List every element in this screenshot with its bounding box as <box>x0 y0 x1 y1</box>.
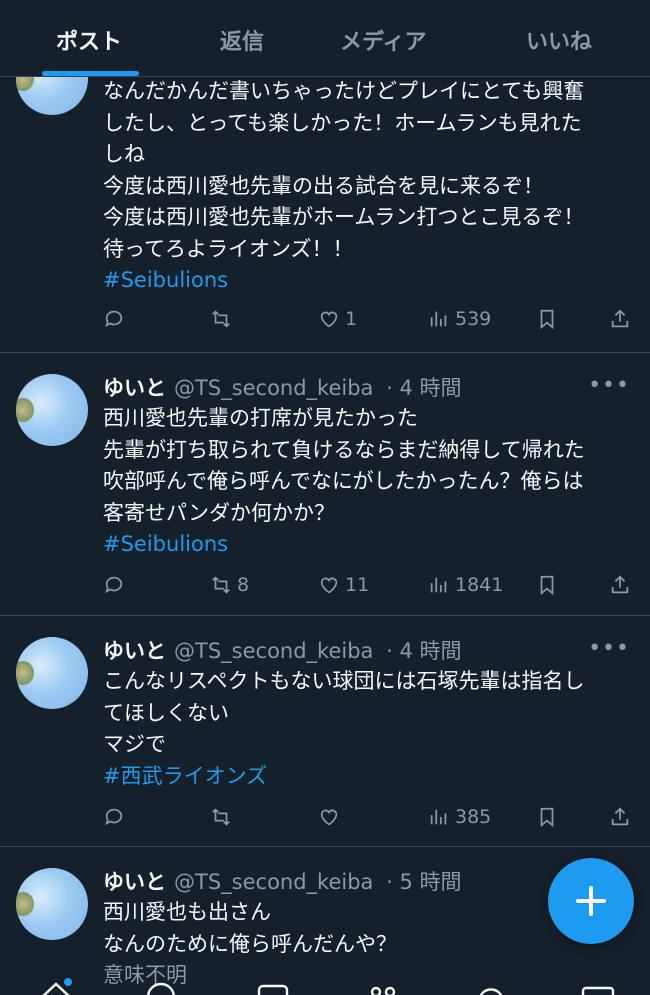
compose-button[interactable] <box>548 858 634 944</box>
hashtag-link[interactable]: #Seibulions <box>103 529 638 561</box>
heart-icon <box>320 809 338 826</box>
reply-icon <box>105 576 123 594</box>
share-button[interactable] <box>609 304 631 334</box>
bookmark-icon <box>540 309 554 330</box>
tweet-text: なんだかんだ書いちゃったけどプレイにとても興奮 したし、とっても楽しかった！ホー… <box>103 77 638 297</box>
reply-button[interactable] <box>103 304 130 334</box>
timestamp[interactable]: · 4 時間 <box>386 639 461 663</box>
tweet-text: こんなリスペクトもない球団には石塚先輩は指名し てほしくない マジで #西武ライ… <box>103 666 638 792</box>
more-icon[interactable]: ••• <box>588 373 630 398</box>
retweet-icon <box>212 576 230 594</box>
reply-button[interactable] <box>103 570 130 600</box>
notifications-icon[interactable] <box>474 980 508 995</box>
avatar[interactable] <box>16 637 88 709</box>
timeline[interactable]: なんだかんだ書いちゃったけどプレイにとても興奮 したし、とっても楽しかった！ホー… <box>0 77 650 995</box>
user-handle[interactable]: @TS_second_keiba <box>174 639 373 663</box>
search-icon[interactable] <box>144 980 178 995</box>
display-name[interactable]: ゆいと <box>103 870 166 894</box>
active-tab-indicator <box>42 71 139 76</box>
tweet-actions: 1 539 <box>0 304 650 334</box>
timestamp[interactable]: · 5 時間 <box>386 870 461 894</box>
views-button[interactable]: 385 <box>428 802 491 832</box>
heart-icon <box>320 311 338 328</box>
share-icon <box>611 309 629 328</box>
bookmark-button[interactable] <box>536 304 558 334</box>
tweet-actions: 385 <box>0 802 650 832</box>
views-icon <box>430 809 447 825</box>
heart-icon <box>320 577 338 594</box>
user-handle[interactable]: @TS_second_keiba <box>174 870 373 894</box>
avatar[interactable] <box>16 868 88 940</box>
retweet-button[interactable]: 8 <box>210 570 249 600</box>
views-icon <box>430 577 447 593</box>
messages-icon[interactable] <box>580 980 616 995</box>
like-button[interactable]: 11 <box>318 570 369 600</box>
tweet-header: ゆいと @TS_second_keiba · 5 時間 <box>103 866 462 896</box>
tweet[interactable]: ゆいと @TS_second_keiba · 4 時間 ••• 西川愛也先輩の打席… <box>0 353 650 616</box>
tweet[interactable]: ゆいと @TS_second_keiba · 4 時間 ••• こんなリスペクトも… <box>0 616 650 847</box>
retweet-button[interactable] <box>210 304 237 334</box>
views-button[interactable]: 539 <box>428 304 491 334</box>
timestamp[interactable]: · 4 時間 <box>386 376 461 400</box>
share-icon <box>611 575 629 594</box>
tweet-text: 西川愛也先輩の打席が見たかった 先輩が打ち取られて負けるならまだ納得して帰れた … <box>103 403 638 561</box>
avatar[interactable] <box>16 374 88 446</box>
reply-icon <box>105 808 123 826</box>
bottom-nav <box>0 978 650 995</box>
reply-button[interactable] <box>103 802 130 832</box>
tweet-header: ゆいと @TS_second_keiba · 4 時間 <box>103 635 462 665</box>
tweet-actions: 8 11 1841 <box>0 570 650 600</box>
share-icon <box>611 807 629 826</box>
like-button[interactable]: 1 <box>318 304 357 334</box>
display-name[interactable]: ゆいと <box>103 639 166 663</box>
retweet-icon <box>212 808 230 826</box>
tab-replies[interactable]: 返信 <box>220 24 264 56</box>
bookmark-button[interactable] <box>536 802 558 832</box>
views-icon <box>430 311 447 327</box>
hashtag-link[interactable]: #西武ライオンズ <box>103 761 638 793</box>
retweet-button[interactable] <box>210 802 237 832</box>
share-button[interactable] <box>609 802 631 832</box>
bookmark-button[interactable] <box>536 570 558 600</box>
retweet-icon <box>212 310 230 328</box>
home-icon[interactable] <box>38 980 74 995</box>
hashtag-link[interactable]: #Seibulions <box>103 265 638 297</box>
user-handle[interactable]: @TS_second_keiba <box>174 376 373 400</box>
reply-icon <box>105 310 123 328</box>
tweet[interactable]: なんだかんだ書いちゃったけどプレイにとても興奮 したし、とっても楽しかった！ホー… <box>0 77 650 353</box>
tweet-header: ゆいと @TS_second_keiba · 4 時間 <box>103 372 462 402</box>
more-icon[interactable]: ••• <box>588 636 630 661</box>
display-name[interactable]: ゆいと <box>103 376 166 400</box>
bookmark-icon <box>540 807 554 828</box>
tab-posts[interactable]: ポスト <box>56 24 122 56</box>
grok-icon[interactable] <box>256 980 290 995</box>
profile-tabs: ポスト 返信 メディア いいね <box>0 0 650 77</box>
tab-likes[interactable]: いいね <box>526 24 592 56</box>
views-button[interactable]: 1841 <box>428 570 503 600</box>
tab-media[interactable]: メディア <box>340 24 426 56</box>
share-button[interactable] <box>609 570 631 600</box>
like-button[interactable] <box>318 802 345 832</box>
bookmark-icon <box>540 575 554 596</box>
avatar[interactable] <box>16 77 88 115</box>
communities-icon[interactable] <box>366 980 400 995</box>
